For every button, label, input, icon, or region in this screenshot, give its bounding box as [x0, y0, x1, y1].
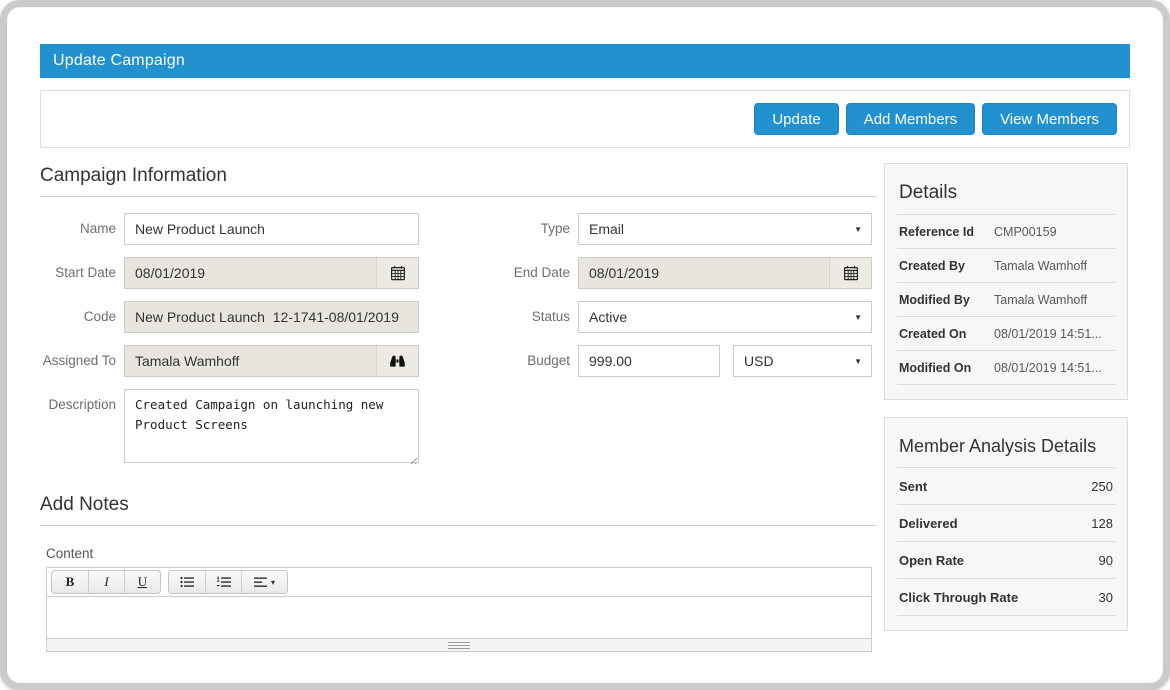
- detail-value: 08/01/2019 14:51...: [994, 327, 1102, 341]
- editor-content-area[interactable]: [47, 597, 871, 638]
- bullet-list-button[interactable]: [169, 571, 205, 593]
- details-panel: Details Reference Id CMP00159 Created By…: [884, 163, 1128, 400]
- currency-select-value: USD: [744, 353, 774, 369]
- status-label: Status: [419, 301, 578, 333]
- list-align-button-group: ▾: [168, 570, 288, 594]
- calendar-icon: [390, 265, 406, 281]
- type-select-value: Email: [589, 221, 624, 237]
- type-label: Type: [419, 213, 578, 245]
- member-row-sent: Sent 250: [897, 468, 1115, 505]
- detail-value: CMP00159: [994, 225, 1057, 239]
- budget-field-wrap: USD ▼: [578, 345, 872, 377]
- detail-label: Modified On: [899, 361, 994, 375]
- member-row-delivered: Delivered 128: [897, 505, 1115, 542]
- page-title: Update Campaign: [53, 52, 185, 70]
- budget-label: Budget: [419, 345, 578, 377]
- detail-row-modified-by: Modified By Tamala Wamhoff: [897, 283, 1115, 317]
- member-analysis-heading: Member Analysis Details: [897, 428, 1115, 468]
- member-row-click-through-rate: Click Through Rate 30: [897, 579, 1115, 616]
- description-field-wrap: Created Campaign on launching new Produc…: [124, 389, 419, 468]
- view-members-button[interactable]: View Members: [982, 103, 1117, 135]
- chevron-down-icon: ▼: [854, 225, 862, 234]
- chevron-down-icon: ▾: [271, 578, 275, 587]
- start-date-input[interactable]: [125, 258, 376, 288]
- assigned-to-lookup-button[interactable]: [376, 346, 418, 376]
- currency-select[interactable]: USD ▼: [733, 345, 872, 377]
- start-date-label: Start Date: [40, 257, 124, 289]
- align-left-icon: [254, 577, 267, 588]
- editor-resize-bar[interactable]: [47, 638, 871, 651]
- notes-rich-text-editor: B I U: [46, 567, 872, 652]
- editor-toolbar: B I U: [47, 568, 871, 597]
- update-button[interactable]: Update: [754, 103, 838, 135]
- page-frame: Update Campaign Update Add Members View …: [0, 0, 1170, 690]
- align-dropdown-button[interactable]: ▾: [241, 571, 287, 593]
- numbered-list-button[interactable]: [205, 571, 241, 593]
- description-textarea[interactable]: Created Campaign on launching new Produc…: [124, 389, 419, 463]
- member-row-open-rate: Open Rate 90: [897, 542, 1115, 579]
- page-title-bar: Update Campaign: [40, 44, 1130, 78]
- name-label: Name: [40, 213, 124, 245]
- action-toolbar: Update Add Members View Members: [40, 90, 1130, 148]
- campaign-information-heading: Campaign Information: [40, 165, 877, 197]
- name-field-wrap: [124, 213, 419, 245]
- end-date-label: End Date: [419, 257, 578, 289]
- metric-value: 250: [1091, 479, 1113, 494]
- detail-label: Created On: [899, 327, 994, 341]
- detail-value: Tamala Wamhoff: [994, 293, 1087, 307]
- underline-button[interactable]: U: [124, 571, 160, 593]
- detail-row-created-on: Created On 08/01/2019 14:51...: [897, 317, 1115, 351]
- metric-label: Sent: [899, 479, 927, 494]
- detail-label: Created By: [899, 259, 994, 273]
- sidebar: Details Reference Id CMP00159 Created By…: [884, 163, 1128, 631]
- metric-label: Click Through Rate: [899, 590, 1018, 605]
- metric-label: Open Rate: [899, 553, 964, 568]
- add-members-button[interactable]: Add Members: [846, 103, 975, 135]
- name-input[interactable]: [124, 213, 419, 245]
- code-input: [125, 302, 418, 332]
- assigned-to-field-wrap: [124, 345, 419, 377]
- text-style-button-group: B I U: [51, 570, 161, 594]
- content-label: Content: [46, 546, 877, 561]
- assigned-to-label: Assigned To: [40, 345, 124, 377]
- campaign-form-section: Campaign Information Name Type Email ▼ S…: [40, 159, 877, 652]
- drag-grip-icon: [448, 642, 470, 649]
- details-panel-heading: Details: [897, 174, 1115, 215]
- end-date-field-wrap: [578, 257, 872, 289]
- end-date-picker-button[interactable]: [829, 258, 871, 288]
- type-select[interactable]: Email ▼: [578, 213, 872, 245]
- code-label: Code: [40, 301, 124, 333]
- detail-label: Reference Id: [899, 225, 994, 239]
- chevron-down-icon: ▼: [854, 357, 862, 366]
- bold-button[interactable]: B: [52, 571, 88, 593]
- calendar-icon: [843, 265, 859, 281]
- member-analysis-panel: Member Analysis Details Sent 250 Deliver…: [884, 417, 1128, 631]
- italic-button[interactable]: I: [88, 571, 124, 593]
- detail-row-reference-id: Reference Id CMP00159: [897, 215, 1115, 249]
- detail-value: 08/01/2019 14:51...: [994, 361, 1102, 375]
- chevron-down-icon: ▼: [854, 313, 862, 322]
- assigned-to-input[interactable]: [125, 346, 376, 376]
- status-select-value: Active: [589, 309, 627, 325]
- description-label: Description: [40, 389, 124, 468]
- metric-value: 90: [1099, 553, 1113, 568]
- binoculars-icon: [389, 353, 406, 369]
- numbered-list-icon: [217, 576, 231, 588]
- detail-label: Modified By: [899, 293, 994, 307]
- metric-value: 128: [1091, 516, 1113, 531]
- code-field-wrap: [124, 301, 419, 333]
- start-date-field-wrap: [124, 257, 419, 289]
- bullet-list-icon: [180, 576, 194, 588]
- end-date-input[interactable]: [579, 258, 829, 288]
- add-notes-heading: Add Notes: [40, 494, 877, 526]
- budget-input[interactable]: [578, 345, 720, 377]
- campaign-form-grid: Name Type Email ▼ Start Date End Date: [40, 213, 877, 468]
- detail-row-modified-on: Modified On 08/01/2019 14:51...: [897, 351, 1115, 385]
- status-select[interactable]: Active ▼: [578, 301, 872, 333]
- metric-label: Delivered: [899, 516, 958, 531]
- detail-row-created-by: Created By Tamala Wamhoff: [897, 249, 1115, 283]
- start-date-picker-button[interactable]: [376, 258, 418, 288]
- detail-value: Tamala Wamhoff: [994, 259, 1087, 273]
- metric-value: 30: [1099, 590, 1113, 605]
